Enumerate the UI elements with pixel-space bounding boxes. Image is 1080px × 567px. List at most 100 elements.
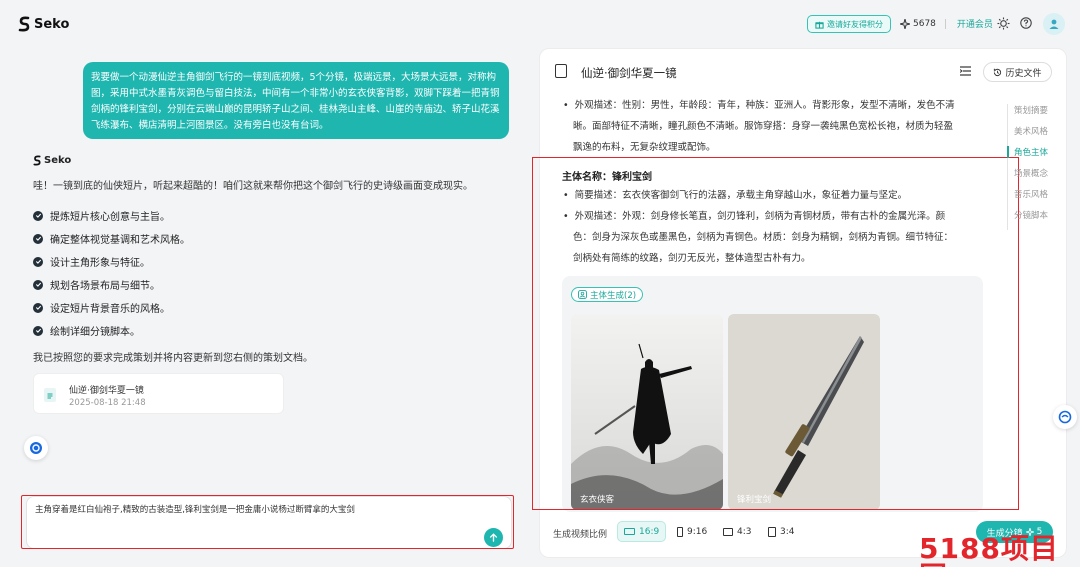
subject-thumbnail-swordsman[interactable]: 玄衣侠客 (571, 314, 723, 510)
invite-friends-button[interactable]: 邀请好友得积分 (807, 15, 891, 33)
ratio-option-3-4[interactable]: 3:4 (762, 521, 800, 542)
doc-text-line: 剑柄处有简练的纹路，剑刃无反光，整体造型古朴有力。 (573, 253, 811, 264)
chat-input[interactable] (35, 503, 475, 541)
left-assistant-float-button[interactable] (24, 436, 48, 460)
person-icon (578, 290, 587, 299)
task-checklist: 提炼短片核心创意与主旨。 确定整体视觉基调和艺术风格。 设计主角形象与特征。 规… (33, 204, 190, 342)
ratio-text: 3:4 (780, 526, 795, 537)
doc-text-line: • 外观描述：外观：剑身修长笔直，剑刃锋利，剑柄为青铜材质，带有古朴的金属光泽。… (563, 211, 946, 222)
thumbnail-label: 玄衣侠客 (580, 495, 615, 505)
list-icon (959, 66, 971, 76)
sword-image (728, 314, 880, 510)
toc-item-music[interactable]: 音乐风格 (1008, 188, 1048, 209)
checklist-item: 绘制详细分镜脚本。 (33, 319, 190, 342)
checklist-text: 规划各场景布局与细节。 (50, 281, 160, 292)
user-icon (1049, 19, 1059, 29)
landscape-ratio-icon (723, 527, 733, 536)
plan-doc-card[interactable]: 仙逆·御剑华夏一镜 2025-08-18 21:48 (33, 373, 284, 414)
doc-text-line: 色：剑身为深灰色或墨黑色，剑柄为青铜色。材质：剑身为精钢，剑柄为青铜。细节特征： (573, 232, 954, 243)
check-icon (33, 256, 43, 267)
credits-count: 5678 (913, 18, 936, 29)
check-icon (33, 210, 43, 221)
doc-text-line: 飘逸的布料，无复杂纹理或配饰。 (573, 142, 716, 153)
assistant-label: Seko (33, 155, 71, 166)
ratio-option-16-9[interactable]: 16:9 (617, 521, 667, 542)
check-icon (33, 325, 43, 336)
arrow-up-icon (489, 533, 498, 542)
seko-logo-icon (18, 16, 30, 32)
credits-area: 5678 开通会员 (900, 17, 993, 30)
doc-text: 简要描述：玄衣侠客御剑飞行的法器，承载主角穿越山水，象征着力量与坚定。 (574, 190, 908, 201)
check-icon (33, 279, 43, 290)
checklist-item: 设定短片背景音乐的风格。 (33, 296, 190, 319)
doc-panel-title: 仙逆·御剑华夏一镜 (581, 66, 677, 80)
doc-text-line: 晰。面部特征不清晰，瞳孔颜色不清晰。服饰穿搭：身穿一袭纯黑色宽松长袍，材质为轻盈 (573, 121, 954, 132)
checklist-text: 设定短片背景音乐的风格。 (50, 304, 170, 315)
toc-item-storyboard[interactable]: 分镜脚本 (1008, 209, 1048, 230)
portrait-ratio-icon (768, 526, 776, 537)
doc-outline: 策划摘要 美术风格 角色主体 场景概念 音乐风格 分镜脚本 (1006, 104, 1048, 230)
open-membership-link[interactable]: 开通会员 (957, 17, 993, 30)
gift-icon (815, 21, 824, 29)
checklist-item: 设计主角形象与特征。 (33, 250, 190, 273)
thumbnail-label: 锋利宝剑 (737, 495, 772, 505)
swordsman-image (571, 314, 723, 510)
document-icon (44, 388, 56, 402)
video-ratio-label: 生成视频比例 (553, 530, 608, 540)
toc-item-summary[interactable]: 策划摘要 (1008, 104, 1048, 125)
assistant-intro: 哇！一镜到底的仙侠短片，听起来超酷的！咱们这就来帮你把这个御剑飞行的史诗级画面变… (33, 181, 473, 192)
ratio-option-4-3[interactable]: 4:3 (717, 521, 757, 542)
top-bar: Seko 邀请好友得积分 5678 开通会员 (0, 0, 1080, 48)
send-button[interactable] (484, 528, 503, 547)
history-icon (994, 68, 1002, 76)
ratio-option-9-16[interactable]: 9:16 (671, 521, 713, 542)
assistant-bubble-icon (30, 442, 42, 454)
assistant-name: Seko (44, 155, 72, 166)
app-name: Seko (34, 16, 70, 32)
ratio-text: 4:3 (737, 526, 752, 537)
app-logo[interactable]: Seko (18, 16, 69, 32)
help-icon (1020, 17, 1032, 29)
chat-input-box[interactable] (26, 496, 512, 549)
landscape-ratio-icon (624, 528, 635, 535)
subject-thumbnail-sword[interactable]: 锋利宝剑 (728, 314, 880, 510)
checklist-text: 提炼短片核心创意与主旨。 (50, 212, 170, 223)
checklist-text: 设计主角形象与特征。 (50, 258, 150, 269)
user-message-bubble: 我要做一个动漫仙逆主角御剑飞行的一镜到底视频，5个分镜，极端远景，大场景大远景，… (83, 62, 509, 139)
assistant-done-text: 我已按照您的要求完成策划并将内容更新到您右侧的策划文档。 (33, 353, 313, 364)
ratio-text: 16:9 (639, 526, 660, 537)
subject-title: 主体名称：锋利宝剑 (562, 172, 652, 183)
divider (944, 18, 946, 29)
user-avatar[interactable] (1043, 13, 1065, 35)
doc-text-line: • 简要描述：玄衣侠客御剑飞行的法器，承载主角穿越山水，象征着力量与坚定。 (563, 190, 908, 201)
doc-card-time: 2025-08-18 21:48 (69, 398, 146, 408)
checklist-text: 绘制详细分镜脚本。 (50, 327, 140, 338)
seko-logo-icon (33, 155, 41, 166)
subject-generation-tag[interactable]: 主体生成(2) (571, 287, 644, 302)
ratio-text: 9:16 (687, 526, 708, 537)
check-icon (33, 233, 43, 244)
right-assistant-float-button[interactable] (1053, 405, 1077, 429)
sun-icon (996, 16, 1010, 30)
document-icon (555, 64, 567, 78)
toc-item-art-style[interactable]: 美术风格 (1008, 125, 1048, 146)
checklist-item: 规划各场景布局与细节。 (33, 273, 190, 296)
history-files-button[interactable]: 历史文件 (983, 62, 1052, 82)
assistant-bubble-icon (1058, 410, 1072, 424)
history-label: 历史文件 (1005, 68, 1042, 79)
doc-card-title: 仙逆·御剑华夏一镜 (69, 386, 144, 396)
toc-item-character[interactable]: 角色主体 (1006, 146, 1048, 167)
sparkle-icon (900, 18, 910, 29)
outline-toggle-button[interactable] (959, 66, 971, 79)
doc-text-line: • 外观描述：性别：男性，年龄段：青年，种族：亚洲人。背影形象，发型不清晰，发色… (563, 100, 955, 111)
help-button[interactable] (1019, 16, 1033, 30)
theme-toggle-button[interactable] (996, 16, 1010, 30)
checklist-item: 提炼短片核心创意与主旨。 (33, 204, 190, 227)
checklist-item: 确定整体视觉基调和艺术风格。 (33, 227, 190, 250)
doc-text: 外观描述：性别：男性，年龄段：青年，种族：亚洲人。背影形象，发型不清晰，发色不清 (574, 100, 955, 111)
check-icon (33, 302, 43, 313)
toc-item-scene[interactable]: 场景概念 (1008, 167, 1048, 188)
portrait-ratio-icon (677, 526, 683, 537)
invite-label: 邀请好友得积分 (827, 19, 883, 29)
watermark-logo: 5188项目网 (919, 532, 1059, 567)
